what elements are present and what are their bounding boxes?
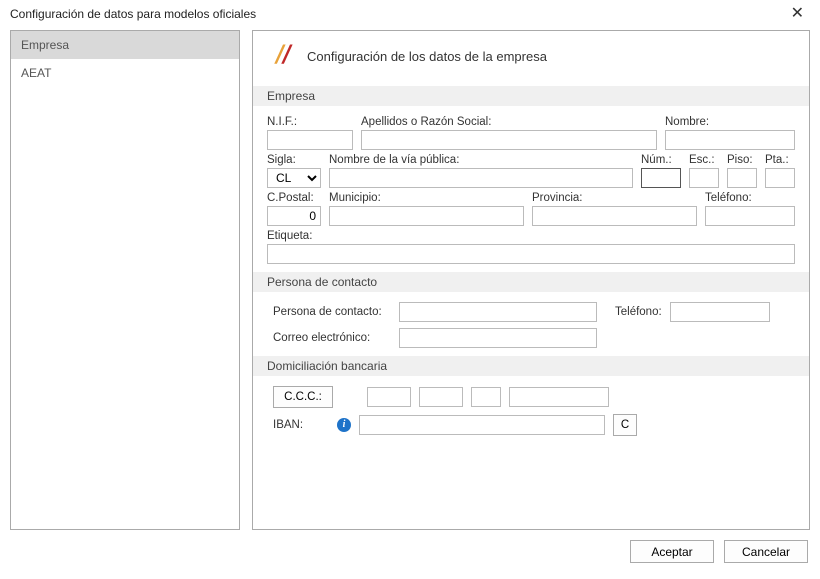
provincia-input[interactable] <box>532 206 697 226</box>
via-label: Nombre de la vía pública: <box>329 154 633 166</box>
nombre-label: Nombre: <box>665 116 795 128</box>
section-contacto-title: Persona de contacto <box>253 272 809 292</box>
iban-input[interactable] <box>359 415 605 435</box>
telefono-input[interactable] <box>705 206 795 226</box>
num-input[interactable] <box>641 168 681 188</box>
sigla-select[interactable]: CL <box>267 168 321 188</box>
ccc-button[interactable]: C.C.C.: <box>273 386 333 408</box>
section-domiciliacion-title: Domiciliación bancaria <box>253 356 809 376</box>
apellidos-input[interactable] <box>361 130 657 150</box>
nombre-input[interactable] <box>665 130 795 150</box>
section-empresa-title: Empresa <box>253 86 809 106</box>
ccc-b3-input[interactable] <box>471 387 501 407</box>
info-icon[interactable]: i <box>337 418 351 432</box>
close-icon[interactable]: ✕ <box>785 6 810 22</box>
accept-button[interactable]: Aceptar <box>630 540 714 563</box>
pta-label: Pta.: <box>765 154 795 166</box>
aeat-logo-icon <box>269 41 297 72</box>
contacto-correo-label: Correo electrónico: <box>273 332 391 344</box>
sidebar-item-aeat[interactable]: AEAT <box>11 59 239 87</box>
piso-input[interactable] <box>727 168 757 188</box>
panel-title: Configuración de los datos de la empresa <box>307 49 547 64</box>
ccc-b4-input[interactable] <box>509 387 609 407</box>
iban-calc-button[interactable]: C <box>613 414 637 436</box>
contacto-telefono-input[interactable] <box>670 302 770 322</box>
contacto-persona-label: Persona de contacto: <box>273 306 391 318</box>
window-title: Configuración de datos para modelos ofic… <box>10 7 256 21</box>
sidebar-item-empresa[interactable]: Empresa <box>11 31 239 59</box>
sigla-label: Sigla: <box>267 154 321 166</box>
sidebar: Empresa AEAT <box>10 30 240 530</box>
ccc-b2-input[interactable] <box>419 387 463 407</box>
pta-input[interactable] <box>765 168 795 188</box>
telefono-label: Teléfono: <box>705 192 795 204</box>
nif-label: N.I.F.: <box>267 116 353 128</box>
municipio-label: Municipio: <box>329 192 524 204</box>
via-input[interactable] <box>329 168 633 188</box>
cpostal-label: C.Postal: <box>267 192 321 204</box>
cancel-button[interactable]: Cancelar <box>724 540 808 563</box>
nif-input[interactable] <box>267 130 353 150</box>
cpostal-input[interactable] <box>267 206 321 226</box>
num-label: Núm.: <box>641 154 681 166</box>
piso-label: Piso: <box>727 154 757 166</box>
municipio-input[interactable] <box>329 206 524 226</box>
contacto-persona-input[interactable] <box>399 302 597 322</box>
contacto-telefono-label: Teléfono: <box>615 306 662 318</box>
esc-input[interactable] <box>689 168 719 188</box>
esc-label: Esc.: <box>689 154 719 166</box>
apellidos-label: Apellidos o Razón Social: <box>361 116 657 128</box>
provincia-label: Provincia: <box>532 192 697 204</box>
etiqueta-label: Etiqueta: <box>267 230 795 242</box>
etiqueta-input[interactable] <box>267 244 795 264</box>
ccc-b1-input[interactable] <box>367 387 411 407</box>
main-panel: Configuración de los datos de la empresa… <box>252 30 810 530</box>
iban-label: IBAN: <box>273 419 329 431</box>
contacto-correo-input[interactable] <box>399 328 597 348</box>
